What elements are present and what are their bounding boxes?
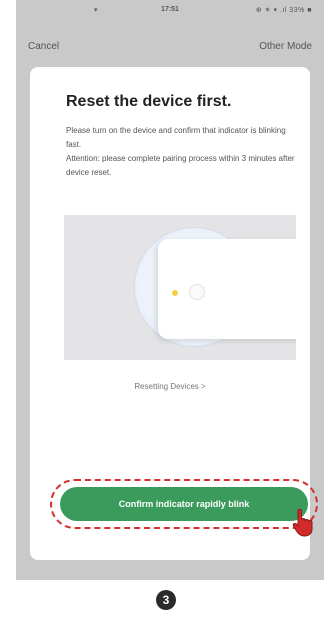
confirm-blink-button[interactable]: Confirm indicator rapidly blink <box>60 487 308 521</box>
phone-screen: ▾ 17:51 ⊕ ✶ ▾ .ıl 33% ■ Cancel Other Mod… <box>16 0 324 580</box>
device-button-icon <box>189 284 205 300</box>
cancel-button[interactable]: Cancel <box>28 41 59 52</box>
instructions: Please turn on the device and confirm th… <box>66 124 300 180</box>
attention-text: Attention: please complete pairing proce… <box>66 154 295 177</box>
instruction-text: Please turn on the device and confirm th… <box>66 126 286 149</box>
nav-bar: Cancel Other Mode <box>16 22 324 52</box>
hand-pointer-icon <box>292 508 313 537</box>
status-bar: ▾ 17:51 ⊕ ✶ ▾ .ıl 33% ■ <box>16 0 324 22</box>
device-illustration <box>64 215 296 360</box>
step-number-badge: 3 <box>156 590 176 610</box>
indicator-led-icon <box>172 290 178 296</box>
status-indicators: ⊕ ✶ ▾ .ıl 33% ■ <box>255 7 312 14</box>
other-mode-button[interactable]: Other Mode <box>259 41 312 52</box>
reset-card: Reset the device first. Please turn on t… <box>30 67 318 560</box>
resetting-devices-link[interactable]: Resetting Devices > <box>30 382 310 391</box>
device-image <box>158 239 296 339</box>
page-title: Reset the device first. <box>66 93 232 110</box>
